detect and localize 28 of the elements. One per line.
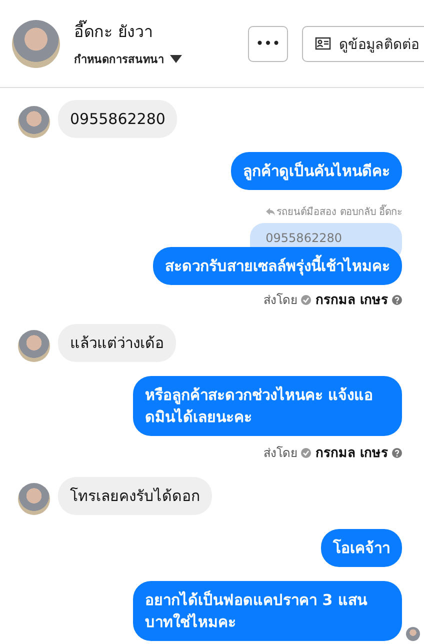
- more-button[interactable]: •••: [248, 26, 288, 62]
- conversation-menu[interactable]: กำหนดการสนทนา: [74, 50, 182, 68]
- contact-name: อี๊ดกะ ยังวา: [74, 19, 154, 43]
- message-bubble: โทรเลยคงรับได้ดอก: [58, 477, 212, 515]
- message-bubble: ลูกค้าดูเป็นคันไหนดีคะ: [231, 152, 402, 190]
- help-icon: [392, 294, 402, 304]
- sent-by-label: ส่งโดย: [263, 445, 298, 462]
- sender-name: กรกมล เกษร: [315, 292, 388, 310]
- sender-avatar: [18, 106, 50, 138]
- sent-by-label: ส่งโดย: [263, 292, 298, 309]
- contact-info-button[interactable]: ดูข้อมูลติดต่อ: [302, 26, 424, 62]
- avatar-photo: [12, 20, 60, 68]
- verified-icon: [301, 448, 312, 458]
- message-bubble: อยากได้เป็นฟอดแคปราคา 3 แสน บาทใช่ไหมคะ: [133, 581, 402, 641]
- sender-avatar: [18, 483, 50, 515]
- contact-card-icon: [315, 37, 331, 50]
- message-bubble: หรือลูกค้าสะดวกช่วงไหนคะ แจ้งแอดมินได้เลยนะคะ: [133, 376, 402, 436]
- message-bubble: โอเคจ้าา: [321, 529, 402, 567]
- caret-icon: [170, 55, 182, 63]
- reply-icon: [266, 208, 275, 216]
- sender-avatar: [18, 330, 50, 362]
- verified-icon: [301, 294, 312, 304]
- message-bubble: 0955862280: [58, 100, 178, 138]
- reply-label: รถยนต์มือสอง ตอบกลับ อี๊ดกะ: [276, 204, 402, 219]
- sender-name: กรกมล เกษร: [315, 445, 388, 463]
- help-icon: [392, 448, 402, 458]
- message-bubble: แล้วแต่ว่างเด้อ: [58, 324, 176, 362]
- message-bubble: สะดวกรับสายเซลล์พรุ่งนี้เช้าไหมคะ: [153, 247, 402, 285]
